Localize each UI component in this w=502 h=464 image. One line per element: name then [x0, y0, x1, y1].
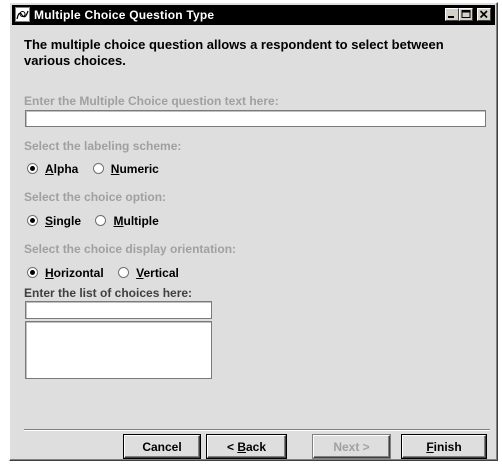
back-button-label: < Back — [226, 439, 267, 454]
finish-button[interactable]: Finish — [401, 434, 487, 459]
minimize-icon — [448, 16, 454, 18]
radio-alpha-indicator — [27, 163, 38, 174]
choice-option-label: Select the choice option: — [24, 190, 167, 204]
radio-vertical-indicator — [118, 267, 130, 278]
dialog-description: The multiple choice question allows a re… — [24, 37, 444, 68]
choices-label: Enter the list of choices here: — [24, 286, 193, 300]
radio-single-indicator — [27, 215, 38, 226]
radio-horizontal[interactable]: Horizontal — [27, 266, 104, 280]
dialog-window: Multiple Choice Question Type The multip… — [9, 2, 498, 461]
choice-option-group: Single Multiple — [27, 213, 169, 229]
maximize-icon — [461, 10, 471, 18]
labeling-scheme-group: Alpha Numeric — [27, 161, 169, 177]
radio-horizontal-indicator — [27, 267, 38, 278]
next-button[interactable]: Next > — [312, 434, 391, 459]
radio-horizontal-label: Horizontal — [45, 265, 104, 280]
radio-alpha[interactable]: Alpha — [27, 162, 78, 176]
radio-multiple[interactable]: Multiple — [95, 213, 159, 228]
radio-single[interactable]: Single — [27, 214, 81, 228]
question-text-label: Enter the Multiple Choice question text … — [24, 94, 279, 108]
minimize-button[interactable] — [445, 8, 459, 21]
title-bar[interactable]: Multiple Choice Question Type — [12, 5, 495, 25]
back-button[interactable]: < Back — [206, 434, 287, 459]
radio-numeric[interactable]: Numeric — [92, 161, 159, 176]
radio-vertical-label: Vertical — [136, 265, 179, 280]
question-text-input[interactable] — [25, 110, 486, 127]
labeling-scheme-label: Select the labeling scheme: — [24, 139, 182, 153]
display-orientation-group: Horizontal Vertical — [27, 265, 189, 281]
close-button[interactable] — [477, 8, 491, 21]
display-orientation-label: Select the choice display orientation: — [24, 242, 237, 256]
button-separator — [24, 429, 490, 431]
radio-single-label: Single — [45, 213, 82, 228]
radio-alpha-label: Alpha — [45, 161, 79, 176]
finish-button-label: Finish — [426, 439, 462, 454]
cancel-button[interactable]: Cancel — [123, 434, 201, 459]
choice-input[interactable] — [25, 301, 212, 319]
window-title: Multiple Choice Question Type — [34, 8, 215, 22]
maximize-button[interactable] — [459, 8, 473, 21]
close-icon — [479, 10, 488, 19]
radio-numeric-label: Numeric — [110, 161, 159, 176]
radio-numeric-indicator — [92, 163, 104, 174]
radio-multiple-label: Multiple — [113, 213, 159, 228]
radio-multiple-indicator — [95, 215, 107, 226]
radio-vertical[interactable]: Vertical — [118, 266, 179, 280]
app-icon — [15, 7, 30, 22]
choices-list[interactable] — [25, 321, 212, 379]
